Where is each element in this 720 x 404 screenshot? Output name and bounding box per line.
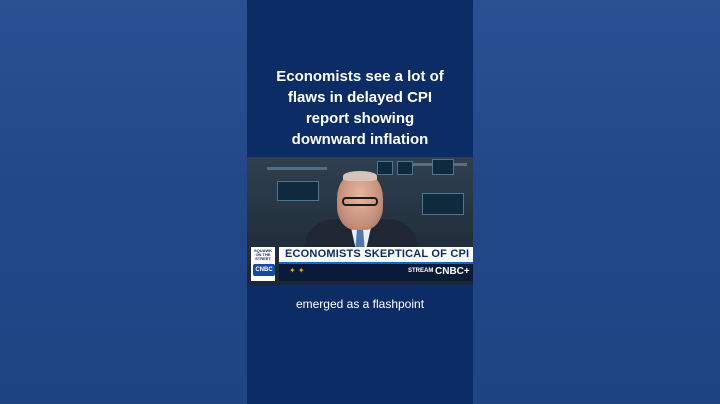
sparkle-icon: ✦ ✦ bbox=[289, 266, 305, 275]
studio-light bbox=[267, 167, 327, 170]
studio-monitor bbox=[422, 193, 464, 215]
news-clip[interactable]: SQUAWK ON THE STREET CNBC ECONOMISTS SKE… bbox=[247, 157, 473, 285]
anchor-glasses bbox=[342, 197, 378, 206]
studio-monitor bbox=[377, 161, 393, 175]
headline-banner: ECONOMISTS SKEPTICAL OF CPI DATA bbox=[279, 247, 473, 264]
lower-third: SQUAWK ON THE STREET CNBC ECONOMISTS SKE… bbox=[247, 247, 473, 285]
studio-monitor bbox=[432, 159, 454, 175]
banner-text: ECONOMISTS SKEPTICAL OF CPI DATA bbox=[285, 248, 473, 260]
headline-line: report showing bbox=[305, 110, 415, 127]
headline-line: Economists see a lot of bbox=[276, 68, 444, 85]
studio-monitor bbox=[277, 181, 319, 201]
studio-monitor bbox=[397, 161, 413, 175]
anchor-hair bbox=[343, 171, 377, 181]
blurred-background-right bbox=[473, 0, 720, 404]
headline-line: flaws in delayed CPI bbox=[287, 89, 433, 106]
stream-label: STREAM bbox=[408, 268, 434, 274]
short-video-frame[interactable]: Economists see a lot of flaws in delayed… bbox=[247, 0, 473, 404]
headline-line: downward inflation bbox=[291, 131, 429, 148]
cnbc-plus-logo: CNBC+ bbox=[435, 266, 470, 277]
cnbc-logo: CNBC bbox=[253, 264, 275, 276]
blurred-background-left bbox=[0, 0, 247, 404]
ticker-bar: ✦ ✦ STREAM CNBC+ bbox=[279, 264, 473, 281]
subtitle-caption: emerged as a flashpoint bbox=[295, 297, 425, 311]
video-headline: Economists see a lot of flaws in delayed… bbox=[247, 66, 473, 150]
